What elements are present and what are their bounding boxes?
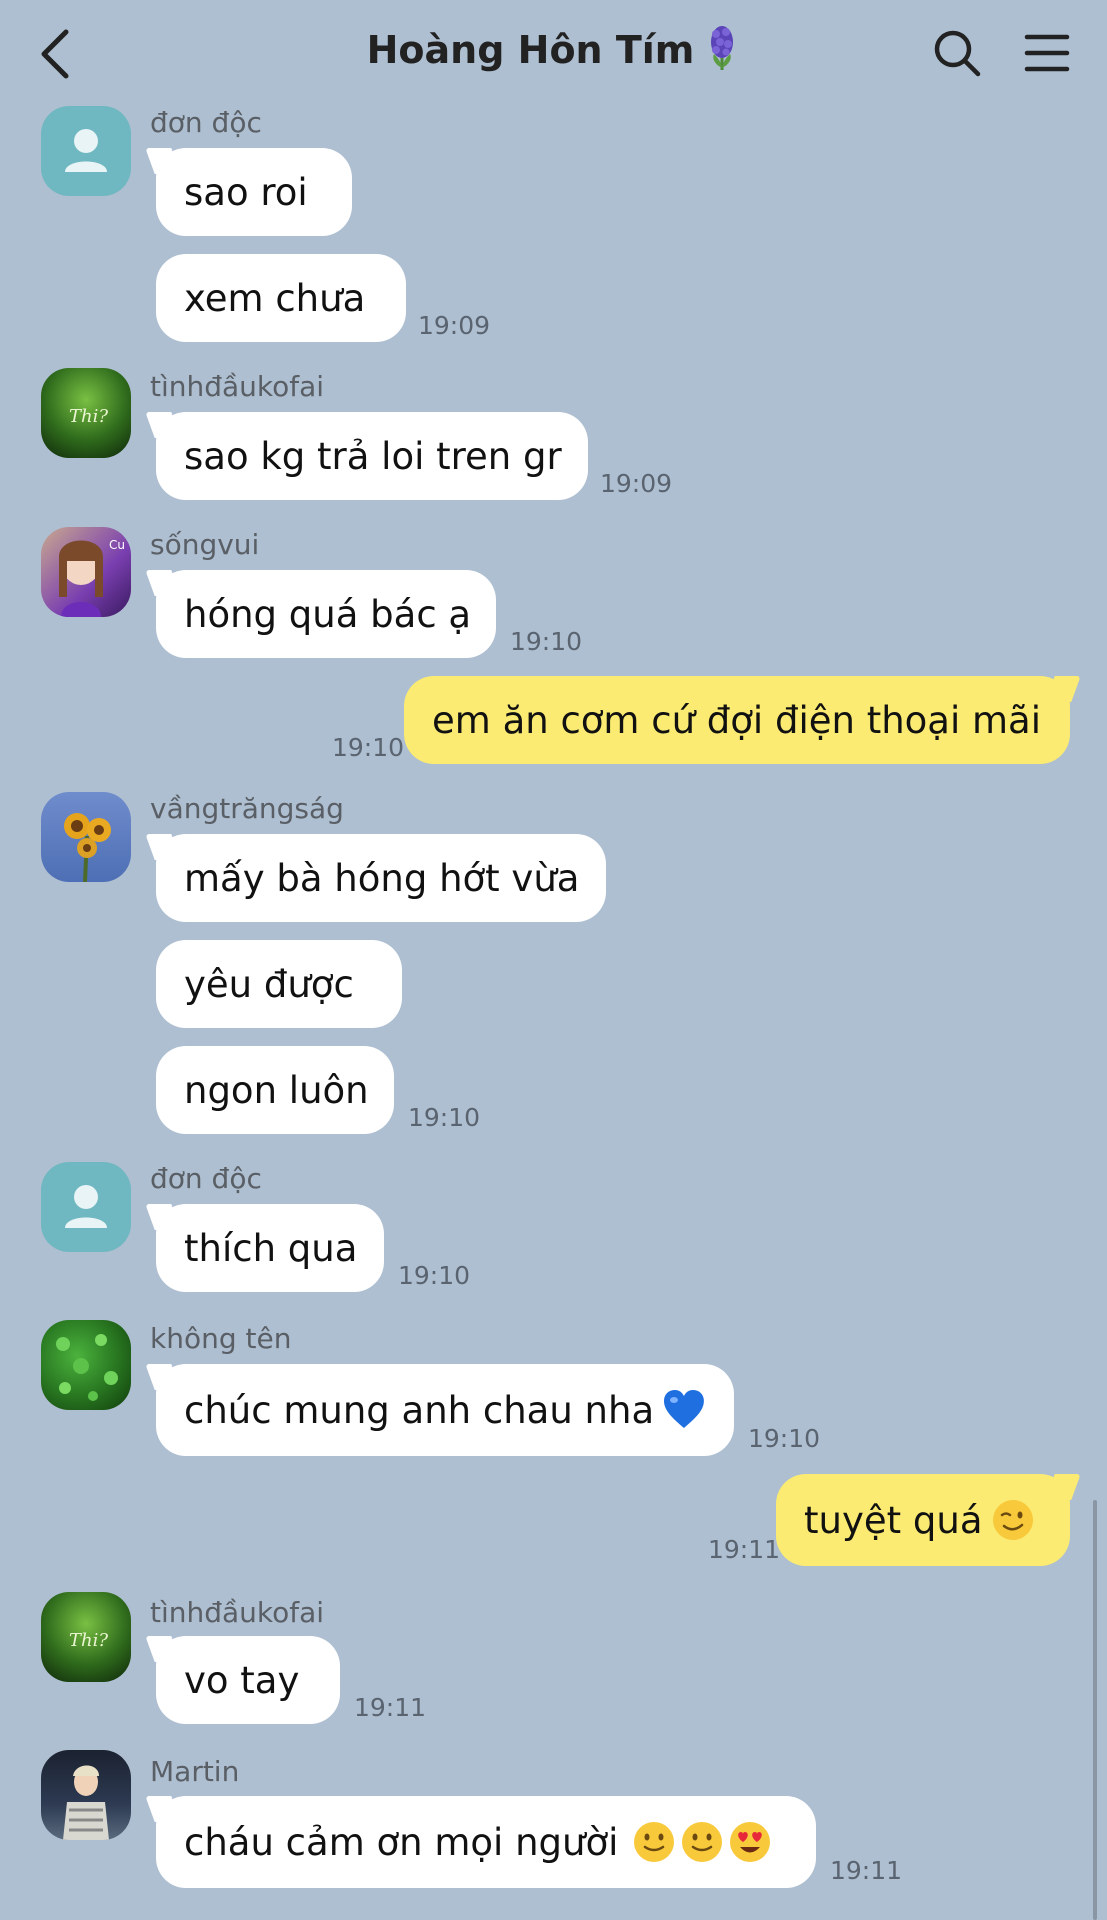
sender-name: tìnhđầukofai [150, 1596, 325, 1629]
message-bubble[interactable]: chúc mung anh chau nha [156, 1364, 734, 1456]
avatar-image: Thi? [69, 406, 108, 427]
svg-text:Thi?: Thi? [69, 406, 108, 427]
message-time: 19:11 [354, 1693, 427, 1722]
chat-title-text: Hoàng Hôn Tím [366, 28, 695, 72]
blue-heart-emoji-icon [664, 1390, 705, 1428]
message-time: 19:11 [830, 1856, 903, 1885]
default-user-icon [65, 1185, 107, 1228]
search-icon[interactable] [932, 28, 982, 78]
sunflower-image [64, 813, 111, 882]
message-time: 19:10 [398, 1261, 471, 1290]
message-bubble[interactable]: tuyệt quá [776, 1474, 1070, 1566]
message-bubble[interactable]: sao roi [156, 148, 352, 236]
sender-name: đơn độc [150, 1162, 262, 1195]
avatar[interactable] [41, 106, 131, 196]
avatar[interactable] [41, 1320, 131, 1410]
message-time: 19:10 [748, 1424, 821, 1453]
heart-eyes-emoji-icon [730, 1822, 771, 1862]
slightly-smiling-face-emoji-icon [634, 1822, 675, 1862]
message-text: tuyệt quá [804, 1498, 983, 1542]
message-bubble[interactable]: ngon luôn [156, 1046, 394, 1134]
message-time: 19:10 [510, 627, 583, 656]
avatar-image: Cu [59, 538, 125, 617]
message-bubble[interactable]: em ăn cơm cứ đợi điện thoại mãi [404, 676, 1070, 764]
message-time: 19:10 [332, 733, 405, 762]
winking-face-emoji-icon [992, 1500, 1033, 1540]
message-time: 19:11 [708, 1535, 781, 1564]
sender-name: Martin [150, 1755, 240, 1788]
svg-text:Thi?: Thi? [69, 1630, 108, 1651]
message-bubble[interactable]: hóng quá bác ạ [156, 570, 496, 658]
scrollbar[interactable] [1093, 1500, 1097, 1920]
message-text: chúc mung anh chau nha [184, 1388, 655, 1432]
message-bubble[interactable]: xem chưa [156, 254, 406, 342]
message-bubble[interactable]: sao kg trả loi tren gr [156, 412, 588, 500]
message-bubble[interactable]: vo tay [156, 1636, 340, 1724]
message-bubble[interactable]: yêu được [156, 940, 402, 1028]
avatar[interactable]: Thi? [41, 1592, 131, 1682]
svg-text:Cu: Cu [109, 538, 125, 552]
avatar[interactable]: Cu [41, 527, 131, 617]
hamburger-menu-icon[interactable] [1024, 32, 1070, 74]
message-time: 19:10 [408, 1103, 481, 1132]
avatar[interactable]: Thi? [41, 368, 131, 458]
message-bubble[interactable]: cháu cảm ơn mọi người [156, 1796, 816, 1888]
sender-name: vầngtrăngság [150, 792, 344, 825]
avatar-image [63, 1765, 109, 1840]
message-text: cháu cảm ơn mọi người [184, 1820, 619, 1864]
hyacinth-emoji-icon [704, 24, 740, 81]
message-time: 19:09 [600, 469, 673, 498]
sender-name: không tên [150, 1322, 292, 1355]
leaves-image [56, 1334, 118, 1401]
sender-name: đơn độc [150, 106, 262, 139]
chat-header: Hoàng Hôn Tím [0, 0, 1107, 104]
avatar-image: Thi? [69, 1630, 108, 1651]
slightly-smiling-face-emoji-icon [682, 1822, 723, 1862]
sender-name: tìnhđầukofai [150, 370, 325, 403]
message-time: 19:09 [418, 311, 491, 340]
sender-name: sốngvui [150, 528, 260, 561]
avatar[interactable] [41, 1750, 131, 1840]
avatar[interactable] [41, 792, 131, 882]
default-user-icon [65, 129, 107, 172]
message-bubble[interactable]: mấy bà hóng hớt vừa [156, 834, 606, 922]
message-bubble[interactable]: thích qua [156, 1204, 384, 1292]
avatar[interactable] [41, 1162, 131, 1252]
